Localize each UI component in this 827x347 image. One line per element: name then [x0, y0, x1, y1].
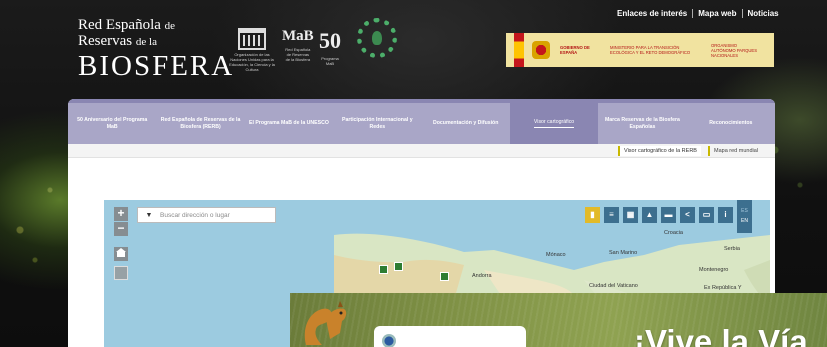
nav-item-marca[interactable]: Marca Reservas de la Biosfera Españolas — [598, 99, 687, 144]
map-label: Mónaco — [546, 252, 566, 258]
layers-stack-icon[interactable]: ≡ — [604, 207, 619, 223]
mab-caption: Red Española de Reservas de la Biosfera — [285, 47, 311, 62]
ministry-label: MINISTERIO PARA LA TRANSICIÓN ECOLÓGICA … — [610, 45, 691, 55]
nav-item-programa-mab[interactable]: El Programa MaB de la UNESCO — [244, 99, 334, 144]
unesco-logo[interactable]: Organización de las Naciones Unidas para… — [226, 28, 278, 72]
nav-item-reconocimientos[interactable]: Reconocimientos — [686, 99, 775, 144]
site-logo[interactable]: Red Española de Reservas de la BIOSFERA — [78, 17, 235, 82]
measure-icon[interactable]: ▭ — [699, 207, 714, 223]
unesco-temple-icon — [238, 28, 266, 50]
reserve-marker[interactable] — [379, 265, 388, 274]
mab-logo[interactable]: MaB Red Española de Reservas de la Biosf… — [282, 28, 314, 62]
subnav-visor-rerb[interactable]: Visor cartográfico de la RERB — [618, 146, 701, 156]
fifty-caption: Programa MaB — [321, 56, 339, 66]
map-label: Ciudad del Vaticano — [589, 283, 638, 289]
mab-glyph: MaB — [282, 28, 314, 44]
search-input[interactable]: Buscar dirección o lugar — [160, 212, 230, 219]
layers-icon[interactable] — [114, 266, 128, 280]
main-nav: 50 Aniversario del Programa MaB Red Espa… — [68, 99, 775, 144]
chevron-down-icon[interactable]: ▼ — [138, 212, 160, 219]
nav-item-documentacion[interactable]: Documentación y Difusión — [421, 99, 510, 144]
print-icon[interactable]: ▬ — [661, 207, 676, 223]
logo-line2: Reservas — [78, 33, 133, 49]
nav-item-aniversario[interactable]: 50 Aniversario del Programa MaB — [68, 99, 157, 144]
government-banner[interactable]: GOBIERNO DE ESPAÑA MINISTERIO PARA LA TR… — [506, 33, 774, 67]
map-label: Croacia — [664, 230, 683, 236]
logo-line3: BIOSFERA — [78, 50, 235, 82]
map-label: Serbia — [724, 246, 740, 252]
gov-label: GOBIERNO DE ESPAÑA — [560, 45, 590, 55]
info-icon[interactable]: i — [718, 207, 733, 223]
zoom-out-button[interactable]: − — [114, 222, 128, 236]
emblem-icon — [382, 334, 396, 347]
reserve-marker[interactable] — [394, 262, 403, 271]
home-icon[interactable] — [114, 247, 128, 261]
language-switcher[interactable]: ES EN — [737, 200, 752, 233]
nav-item-visor[interactable]: Visor cartográfico — [509, 99, 599, 144]
promo-headline: ¡Vive la Vía — [634, 323, 808, 347]
subnav-mapa-mundial[interactable]: Mapa red mundial — [708, 146, 762, 156]
logo-line2-suffix: de la — [135, 36, 157, 48]
anniversary-wreath-icon — [357, 18, 397, 58]
logo-line1-suffix: de — [164, 20, 176, 32]
book-icon[interactable]: ▮ — [585, 207, 600, 223]
link-mapa-web[interactable]: Mapa web — [693, 9, 743, 18]
unesco-caption: Organización de las Naciones Unidas para… — [229, 52, 275, 72]
map-label: Ex República Y — [704, 285, 742, 291]
grid-icon[interactable]: ▦ — [623, 207, 638, 223]
partner-badge[interactable] — [374, 326, 526, 347]
promo-banner[interactable]: ¡Vive la Vía — [290, 293, 827, 347]
bookmark-icon[interactable]: ▲ — [642, 207, 657, 223]
sub-nav: Visor cartográfico de la RERB Mapa red m… — [68, 144, 775, 158]
nav-item-rerb[interactable]: Red Española de Reservas de la Biosfera … — [156, 99, 245, 144]
spain-flag-icon — [514, 33, 524, 67]
squirrel-icon — [304, 301, 347, 345]
parques-label: ORGANISMO AUTÓNOMO PARQUES NACIONALES — [711, 42, 757, 58]
map-label: San Marino — [609, 250, 638, 256]
fifty-glyph: 50 — [319, 28, 341, 53]
coat-of-arms-icon — [532, 41, 550, 59]
fifty-years-logo[interactable]: 50 Programa MaB — [318, 28, 342, 66]
map-label: Andorra — [472, 273, 492, 279]
lang-en[interactable]: EN — [741, 218, 748, 224]
share-icon[interactable]: < — [680, 207, 695, 223]
map-search[interactable]: ▼ Buscar dirección o lugar — [137, 207, 276, 223]
map-label: Montenegro — [699, 267, 729, 273]
link-enlaces[interactable]: Enlaces de interés — [612, 9, 694, 18]
link-noticias[interactable]: Noticias — [743, 9, 784, 18]
zoom-in-button[interactable]: + — [114, 207, 128, 221]
nav-item-participacion[interactable]: Participación Internacional y Redes — [333, 99, 422, 144]
top-links: Enlaces de interés Mapa web Noticias — [612, 9, 784, 18]
lang-es[interactable]: ES — [741, 208, 748, 214]
logo-line1: Red Española — [78, 17, 161, 33]
reserve-marker[interactable] — [440, 272, 449, 281]
